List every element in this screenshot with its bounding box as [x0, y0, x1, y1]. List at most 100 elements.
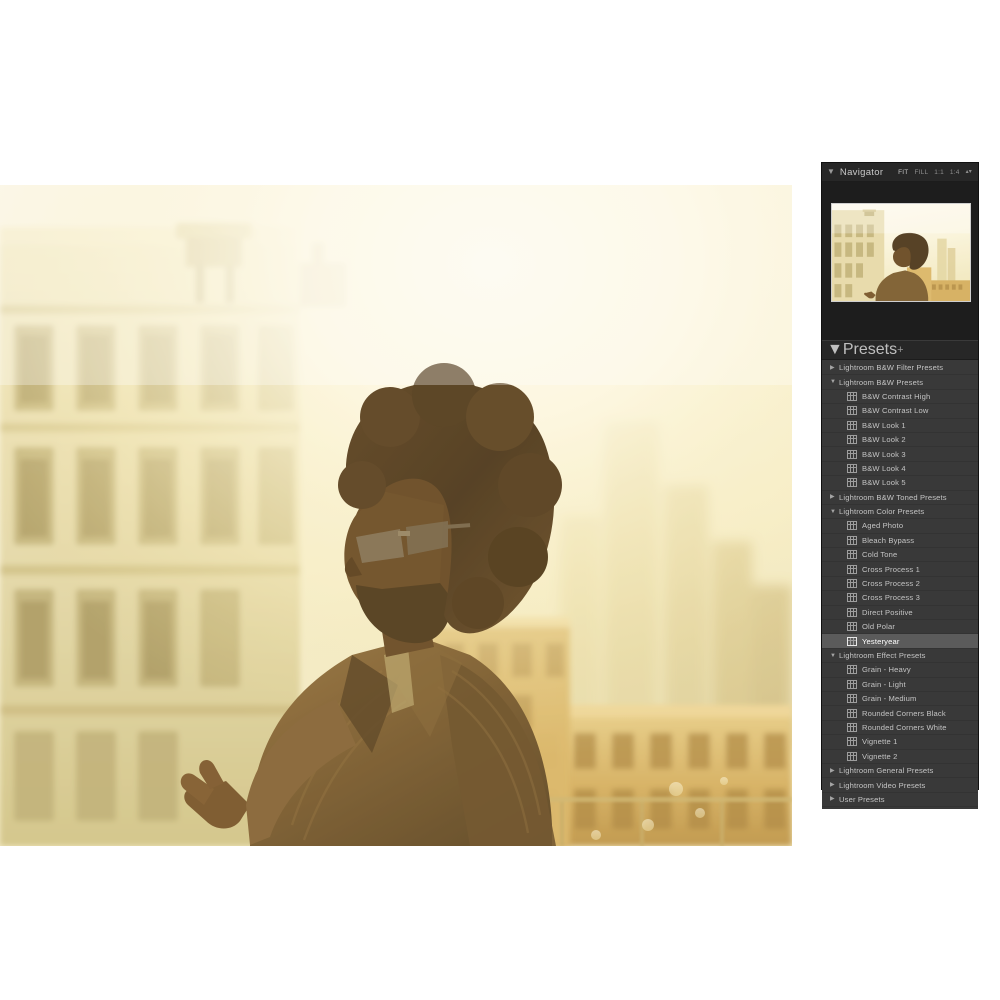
preset-item-label: B&W Look 5: [862, 478, 906, 488]
triangle-right-icon[interactable]: ▶: [830, 365, 839, 371]
navigator-preview-area[interactable]: [822, 182, 978, 340]
preset-item[interactable]: Rounded Corners White: [822, 721, 978, 736]
preset-thumbnail-icon: [847, 550, 857, 560]
preset-group-5[interactable]: ▶ Lightroom General Presets: [822, 764, 978, 779]
preset-item[interactable]: Grain - Heavy: [822, 663, 978, 678]
zoom-1-4-button[interactable]: 1:4: [950, 169, 960, 176]
preset-item-label: Cross Process 1: [862, 564, 920, 574]
preset-group-label: Lightroom Color Presets: [839, 507, 925, 517]
preset-group-4[interactable]: ▼ Lightroom Effect Presets: [822, 649, 978, 664]
triangle-right-icon[interactable]: ▶: [830, 768, 839, 774]
develop-image-preview[interactable]: [0, 185, 792, 846]
presets-title: Presets: [842, 341, 898, 358]
preset-item[interactable]: Cross Process 2: [822, 577, 978, 592]
triangle-down-icon[interactable]: ▼: [830, 509, 839, 515]
triangle-right-icon[interactable]: ▶: [830, 494, 839, 500]
presets-header[interactable]: ▼ Presets +: [822, 340, 978, 360]
add-preset-button[interactable]: +: [897, 344, 903, 356]
triangle-right-icon[interactable]: ▶: [830, 782, 839, 788]
preset-item[interactable]: B&W Look 5: [822, 476, 978, 491]
preset-group-1[interactable]: ▼ Lightroom B&W Presets: [822, 375, 978, 390]
preset-item[interactable]: B&W Look 2: [822, 433, 978, 448]
preset-thumbnail-icon: [847, 406, 857, 416]
preset-group-label: Lightroom B&W Toned Presets: [839, 492, 947, 502]
preset-item-label: Direct Positive: [862, 607, 913, 617]
preset-group-label: Lightroom Video Presets: [839, 780, 926, 790]
preset-item-label: B&W Contrast Low: [862, 406, 929, 416]
preset-item-label: B&W Look 1: [862, 420, 906, 430]
navigator-title: Navigator: [839, 166, 884, 178]
preset-group-label: User Presets: [839, 794, 885, 804]
preset-item-label: B&W Look 3: [862, 449, 906, 459]
preset-item[interactable]: B&W Contrast High: [822, 390, 978, 405]
triangle-down-icon[interactable]: ▼: [830, 653, 839, 659]
preset-thumbnail-icon: [847, 622, 857, 632]
preset-item[interactable]: Grain - Light: [822, 678, 978, 692]
preset-item-label: Cold Tone: [862, 550, 898, 560]
preset-item[interactable]: Grain - Medium: [822, 692, 978, 707]
zoom-fill-button[interactable]: FILL: [914, 169, 928, 176]
triangle-down-icon[interactable]: ▼: [827, 168, 835, 176]
preset-item[interactable]: B&W Look 4: [822, 462, 978, 477]
preset-item-label: Cross Process 2: [862, 579, 920, 589]
preset-item[interactable]: Aged Photo: [822, 519, 978, 534]
preset-item[interactable]: Vignette 1: [822, 735, 978, 750]
preset-item[interactable]: B&W Contrast Low: [822, 404, 978, 419]
preset-thumbnail-icon: [847, 435, 857, 445]
preset-thumbnail-icon: [847, 722, 857, 732]
preset-item-label: B&W Look 2: [862, 435, 906, 445]
preset-item-label: Vignette 1: [862, 737, 898, 747]
preset-item-label: Rounded Corners White: [862, 722, 947, 732]
zoom-fit-button[interactable]: FIT: [898, 169, 908, 176]
preset-item[interactable]: Vignette 2: [822, 750, 978, 764]
preset-item-label: Grain - Heavy: [862, 665, 911, 675]
preset-item-label: Rounded Corners Black: [862, 708, 946, 718]
preset-thumbnail-icon: [847, 449, 857, 459]
lightroom-right-panel: ▼ Navigator FIT FILL 1:1 1:4 ▴▾ ▼ Preset…: [822, 163, 978, 809]
preset-thumbnail-icon: [847, 751, 857, 761]
preset-item-label: B&W Look 4: [862, 463, 906, 473]
preset-item-label: Old Polar: [862, 622, 896, 632]
preset-thumbnail-icon: [847, 420, 857, 430]
preset-item[interactable]: Cold Tone: [822, 548, 978, 563]
preset-group-7[interactable]: ▶ User Presets: [822, 793, 978, 808]
triangle-down-icon[interactable]: ▼: [827, 341, 843, 359]
preset-thumbnail-icon: [847, 463, 857, 473]
navigator-header[interactable]: ▼ Navigator FIT FILL 1:1 1:4 ▴▾: [822, 163, 978, 182]
preset-item[interactable]: Old Polar: [822, 620, 978, 635]
preset-thumbnail-icon: [847, 636, 857, 646]
preset-item-label: Yesteryear: [862, 636, 900, 646]
triangle-down-icon[interactable]: ▼: [830, 379, 839, 385]
preset-thumbnail-icon: [847, 564, 857, 574]
preset-thumbnail-icon: [847, 478, 857, 488]
preset-item[interactable]: Bleach Bypass: [822, 534, 978, 549]
zoom-stepper-arrows-icon[interactable]: ▴▾: [966, 169, 972, 175]
preset-group-6[interactable]: ▶ Lightroom Video Presets: [822, 778, 978, 793]
preset-item[interactable]: Cross Process 3: [822, 591, 978, 606]
preset-item[interactable]: B&W Look 3: [822, 447, 978, 462]
preset-item[interactable]: B&W Look 1: [822, 419, 978, 433]
preset-group-3[interactable]: ▼ Lightroom Color Presets: [822, 505, 978, 520]
preset-item[interactable]: Direct Positive: [822, 606, 978, 621]
preset-thumbnail-icon: [847, 665, 857, 675]
preset-group-0[interactable]: ▶ Lightroom B&W Filter Presets: [822, 361, 978, 376]
preset-item[interactable]: Rounded Corners Black: [822, 706, 978, 721]
preset-item[interactable]: Yesteryear: [822, 634, 978, 649]
triangle-right-icon[interactable]: ▶: [830, 796, 839, 802]
preset-group-label: Lightroom B&W Filter Presets: [839, 363, 944, 373]
preset-item-label: Bleach Bypass: [862, 535, 915, 545]
preset-group-label: Lightroom B&W Presets: [839, 377, 924, 387]
navigator-thumbnail-artwork: [832, 204, 970, 301]
preset-thumbnail-icon: [847, 737, 857, 747]
preset-item[interactable]: Cross Process 1: [822, 562, 978, 577]
presets-list[interactable]: ▶ Lightroom B&W Filter Presets ▼ Lightroom …: [822, 360, 978, 809]
zoom-1-1-button[interactable]: 1:1: [934, 169, 944, 176]
preset-group-2[interactable]: ▶ Lightroom B&W Toned Presets: [822, 491, 978, 505]
preset-group-label: Lightroom Effect Presets: [839, 651, 926, 660]
photo-artwork: [0, 185, 792, 846]
preset-item-label: B&W Contrast High: [862, 391, 931, 401]
preset-item-label: Vignette 2: [862, 751, 898, 761]
navigator-thumbnail[interactable]: [831, 203, 971, 302]
preset-thumbnail-icon: [847, 535, 857, 545]
navigator-zoom-controls[interactable]: FIT FILL 1:1 1:4 ▴▾: [898, 169, 972, 176]
